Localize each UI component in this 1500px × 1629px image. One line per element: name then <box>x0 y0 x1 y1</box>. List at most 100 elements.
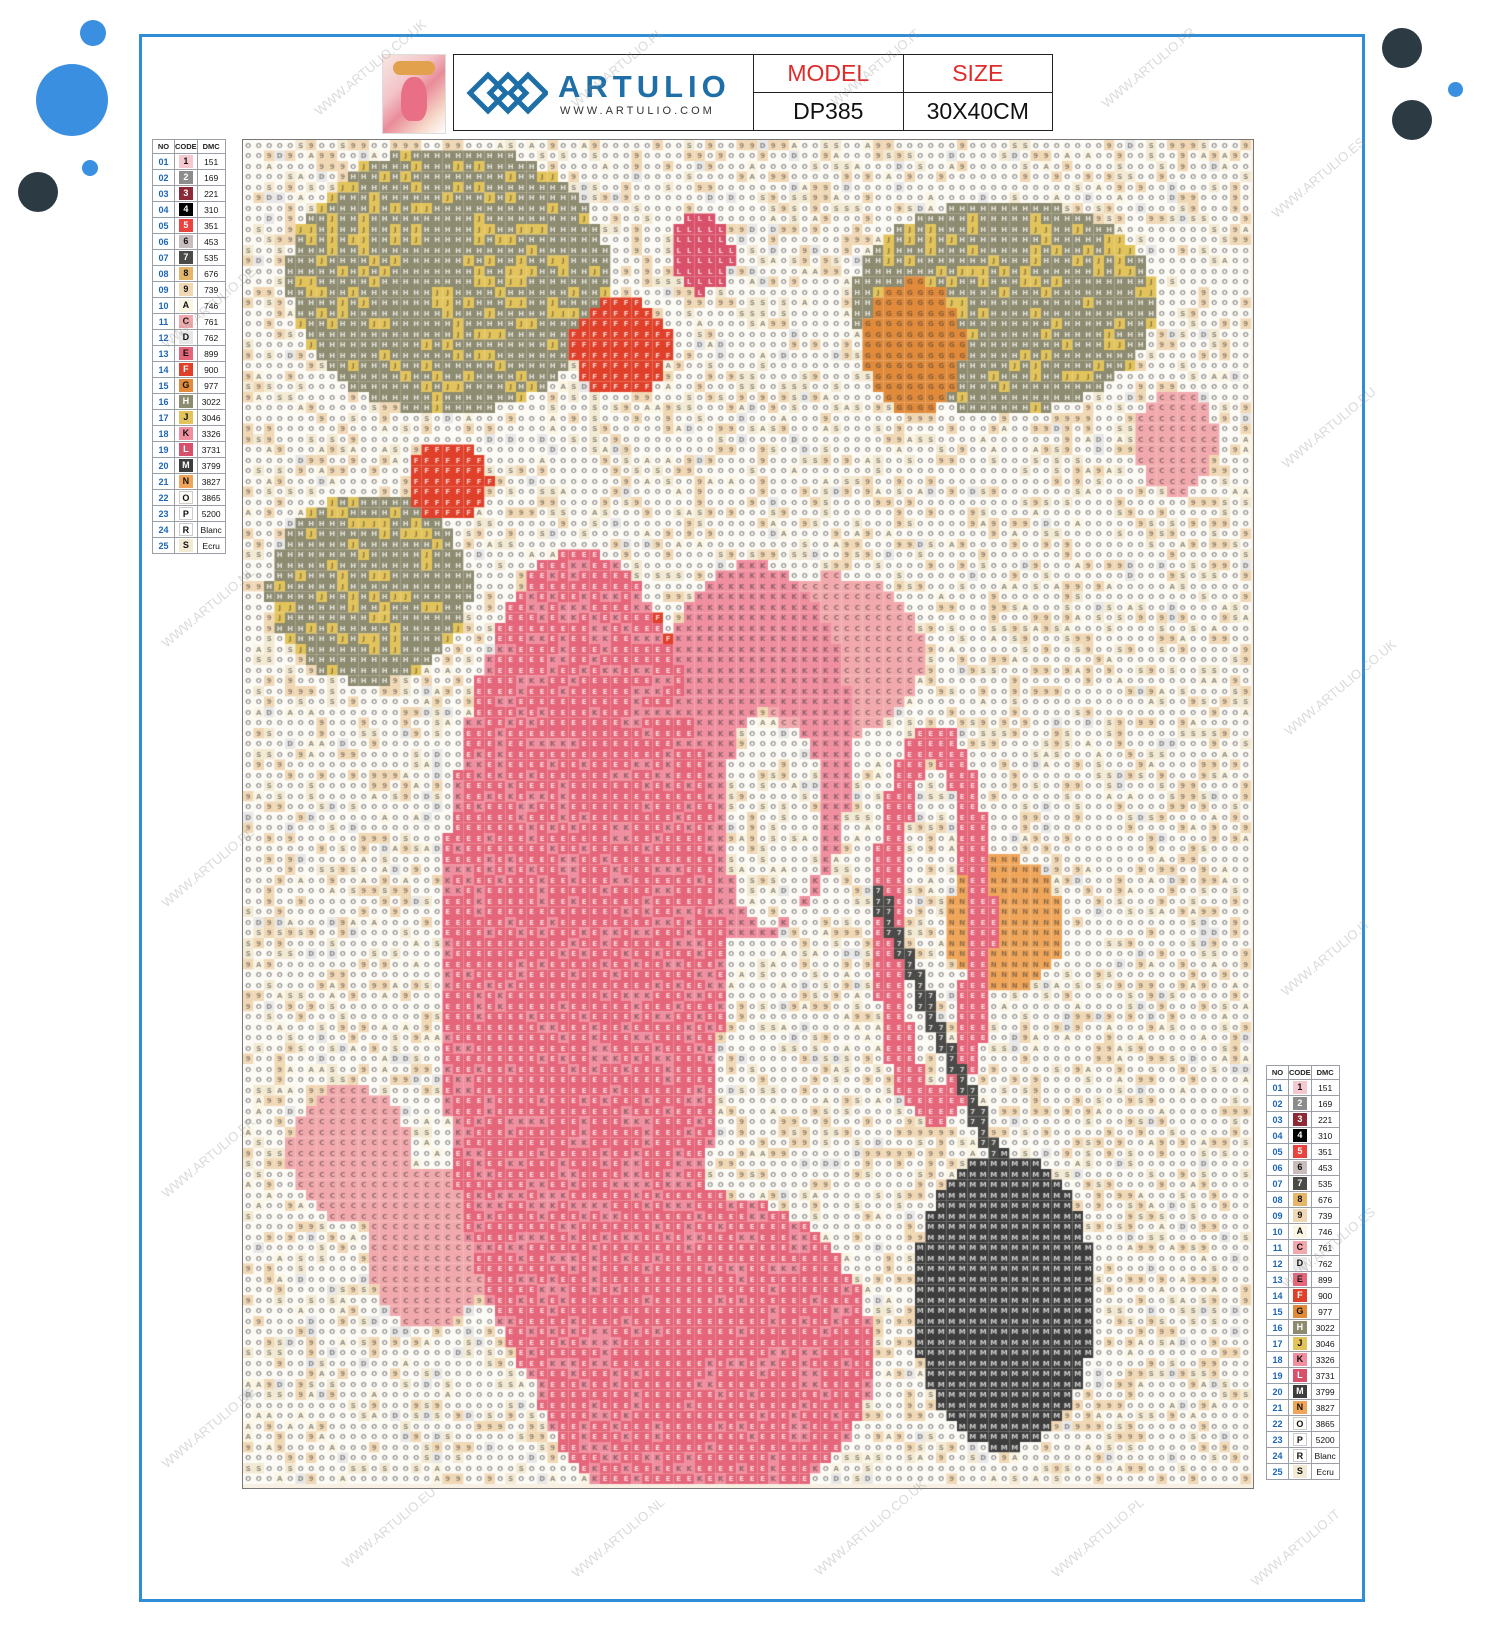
color-swatch: F <box>1292 1289 1307 1302</box>
legend-no: 15 <box>152 377 175 394</box>
legend-row: 04 4 310 <box>1266 1127 1340 1144</box>
legend-row: 07 7 535 <box>152 249 226 266</box>
legend-row: 07 7 535 <box>1266 1175 1340 1192</box>
legend-dmc: 977 <box>1310 1303 1340 1320</box>
legend-code: 6 <box>1288 1159 1312 1176</box>
legend-dmc: 5200 <box>1310 1431 1340 1448</box>
decor-dot-blue-right <box>1448 82 1463 97</box>
color-swatch: 7 <box>1292 1177 1307 1190</box>
legend-no: 20 <box>152 457 175 474</box>
legend-code: C <box>1288 1239 1312 1256</box>
legend-no: 09 <box>152 281 175 298</box>
legend-no: 16 <box>1266 1319 1289 1336</box>
color-swatch: H <box>178 395 193 408</box>
legend-code: F <box>174 361 198 378</box>
legend-row: 02 2 169 <box>152 169 226 186</box>
legend-dmc: 3046 <box>1310 1335 1340 1352</box>
color-swatch: 2 <box>1292 1097 1307 1110</box>
legend-code: J <box>174 409 198 426</box>
color-swatch: 9 <box>1292 1209 1307 1222</box>
legend-dmc: 169 <box>1310 1095 1340 1112</box>
legend-code: S <box>1288 1463 1312 1480</box>
legend-code: 3 <box>174 185 198 202</box>
legend-row: 13 E 899 <box>152 345 226 362</box>
legend-no: 01 <box>1266 1079 1289 1096</box>
legend-dmc: 169 <box>196 169 226 186</box>
legend-code: N <box>1288 1399 1312 1416</box>
legend-no: 09 <box>1266 1207 1289 1224</box>
legend-row: 21 N 3827 <box>1266 1399 1340 1416</box>
size-label: SIZE <box>903 55 1052 93</box>
legend-header-no: NO <box>1266 1065 1289 1080</box>
legend-code: G <box>1288 1303 1312 1320</box>
color-swatch: E <box>178 347 193 360</box>
legend-row: 05 5 351 <box>152 217 226 234</box>
legend-code: 1 <box>1288 1079 1312 1096</box>
legend-dmc: 351 <box>196 217 226 234</box>
legend-row: 25 S Ecru <box>152 537 226 554</box>
legend-no: 07 <box>1266 1175 1289 1192</box>
legend-code: 3 <box>1288 1111 1312 1128</box>
color-swatch: A <box>1292 1225 1307 1238</box>
legend-no: 16 <box>152 393 175 410</box>
legend-header-code: CODE <box>1288 1065 1312 1080</box>
legend-row: 16 H 3022 <box>152 393 226 410</box>
legend-code: 4 <box>174 201 198 218</box>
legend-no: 01 <box>152 153 175 170</box>
legend-no: 14 <box>1266 1287 1289 1304</box>
color-swatch: P <box>178 507 193 520</box>
legend-code: A <box>1288 1223 1312 1240</box>
legend-row: 19 L 3731 <box>1266 1367 1340 1384</box>
legend-no: 17 <box>152 409 175 426</box>
legend-dmc: 3326 <box>1310 1351 1340 1368</box>
color-legend-left: NO CODE DMC 01 1 151 02 2 169 03 3 221 04 4 310 05 5 351 0… <box>152 139 226 554</box>
legend-no: 11 <box>1266 1239 1289 1256</box>
color-swatch: 3 <box>178 187 193 200</box>
legend-code: K <box>174 425 198 442</box>
legend-dmc: Ecru <box>1310 1463 1340 1480</box>
legend-dmc: 900 <box>1310 1287 1340 1304</box>
legend-no: 23 <box>152 505 175 522</box>
legend-no: 19 <box>152 441 175 458</box>
legend-dmc: 310 <box>1310 1127 1340 1144</box>
legend-no: 25 <box>152 537 175 554</box>
color-swatch: G <box>178 379 193 392</box>
legend-dmc: 310 <box>196 201 226 218</box>
decor-dot-blue-large <box>36 64 108 136</box>
legend-code: 8 <box>174 265 198 282</box>
legend-dmc: 3022 <box>196 393 226 410</box>
color-swatch: S <box>178 539 193 552</box>
legend-no: 07 <box>152 249 175 266</box>
legend-row: 23 P 5200 <box>152 505 226 522</box>
legend-code: 8 <box>1288 1191 1312 1208</box>
legend-no: 25 <box>1266 1463 1289 1480</box>
legend-code: 7 <box>174 249 198 266</box>
legend-dmc: 3046 <box>196 409 226 426</box>
legend-no: 04 <box>152 201 175 218</box>
color-swatch: K <box>178 427 193 440</box>
legend-no: 15 <box>1266 1303 1289 1320</box>
legend-code: M <box>1288 1383 1312 1400</box>
legend-code: M <box>174 457 198 474</box>
legend-no: 08 <box>1266 1191 1289 1208</box>
color-swatch: 6 <box>178 235 193 248</box>
legend-no: 10 <box>1266 1223 1289 1240</box>
legend-code: O <box>174 489 198 506</box>
legend-no: 14 <box>152 361 175 378</box>
legend-row: 22 O 3865 <box>1266 1415 1340 1432</box>
legend-dmc: Blanc <box>1310 1447 1340 1464</box>
legend-code: J <box>1288 1335 1312 1352</box>
legend-no: 04 <box>1266 1127 1289 1144</box>
legend-row: 24 R Blanc <box>1266 1447 1340 1464</box>
legend-no: 05 <box>152 217 175 234</box>
legend-dmc: 3731 <box>1310 1367 1340 1384</box>
legend-no: 20 <box>1266 1383 1289 1400</box>
legend-no: 17 <box>1266 1335 1289 1352</box>
color-swatch: P <box>1292 1433 1307 1446</box>
legend-row: 08 8 676 <box>1266 1191 1340 1208</box>
legend-dmc: 535 <box>1310 1175 1340 1192</box>
legend-row: 01 1 151 <box>1266 1079 1340 1096</box>
legend-row: 20 M 3799 <box>152 457 226 474</box>
legend-row: 16 H 3022 <box>1266 1319 1340 1336</box>
legend-row: 06 6 453 <box>1266 1159 1340 1176</box>
